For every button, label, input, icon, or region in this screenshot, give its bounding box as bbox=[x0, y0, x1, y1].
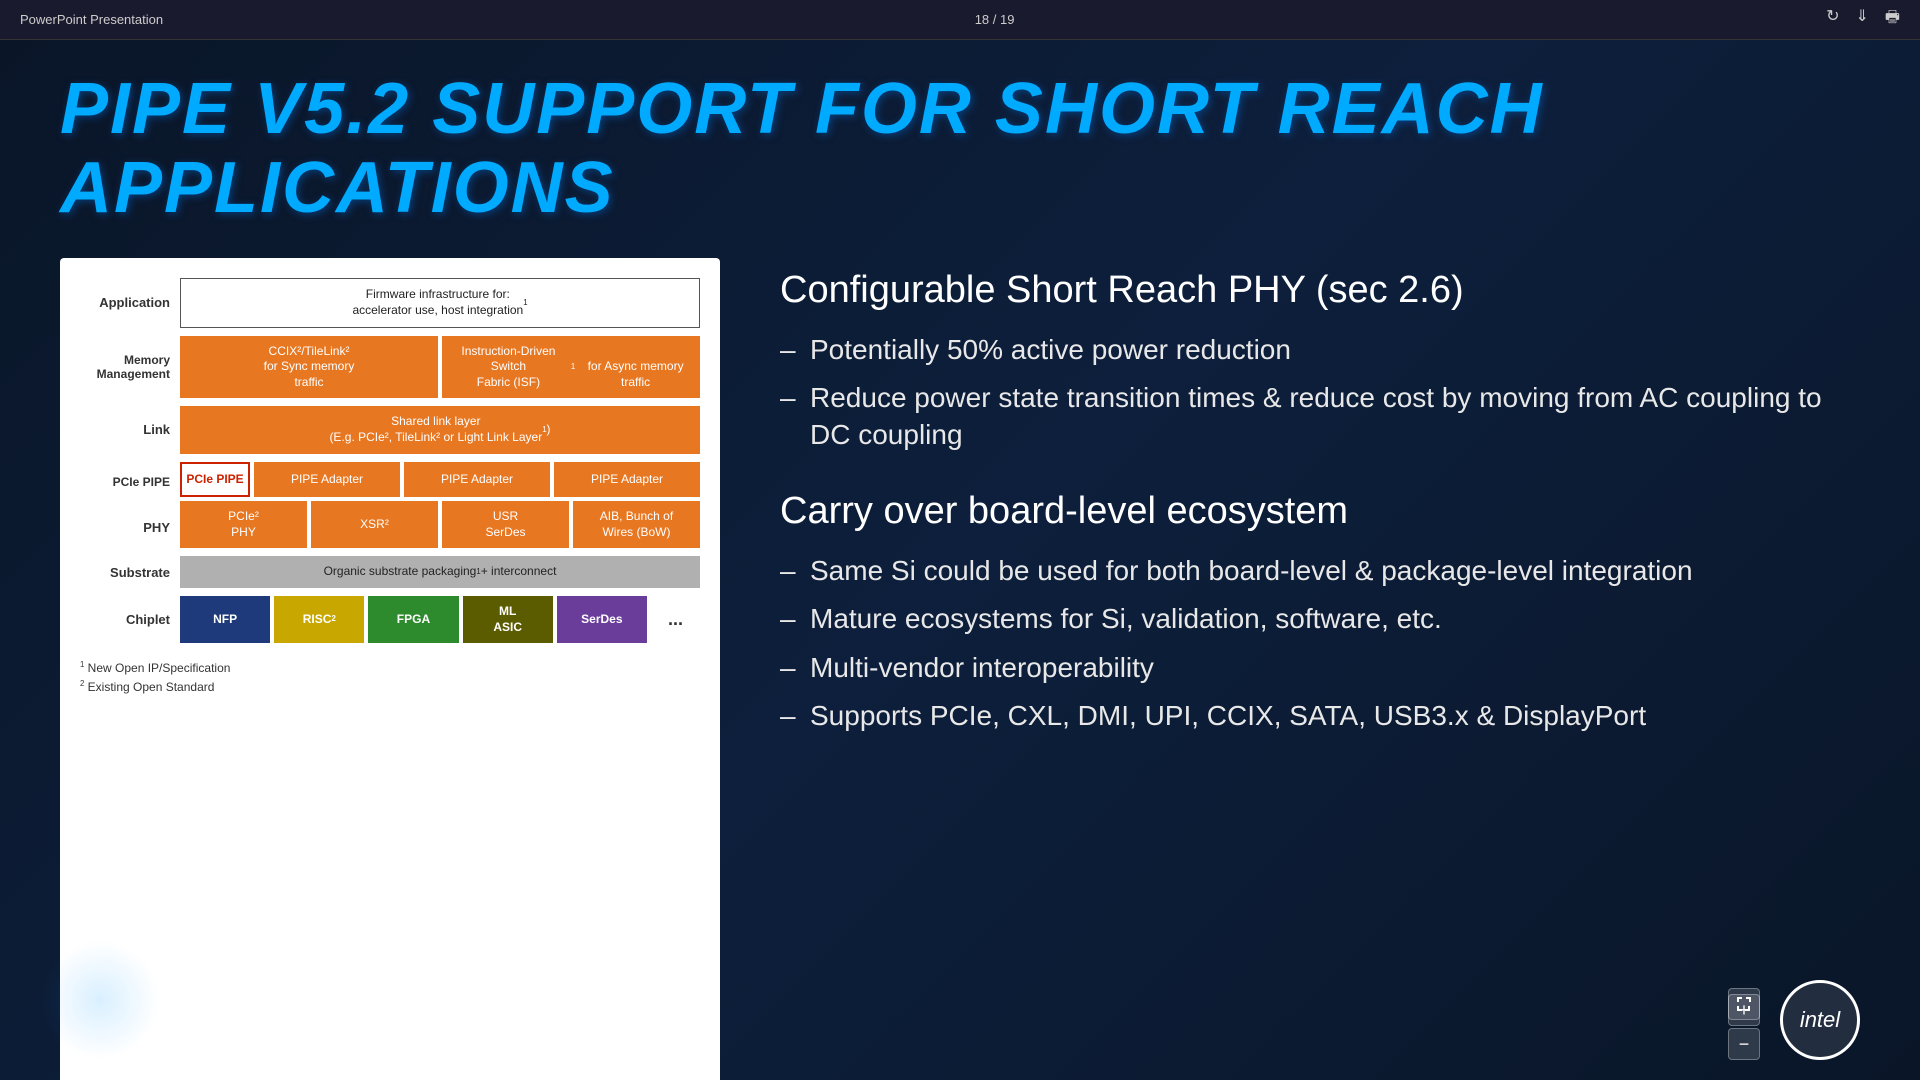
risc-cell: RISC2 bbox=[274, 596, 364, 643]
top-bar: PowerPoint Presentation 18 / 19 ↻ ⇓ 🖶 bbox=[0, 0, 1920, 40]
slide-content: Application Firmware infrastructure for:… bbox=[60, 258, 1860, 1080]
pipe-phy-labels: PCIe PIPE PHY bbox=[80, 462, 180, 549]
bullet-list-1: Potentially 50% active power reduction R… bbox=[780, 326, 1860, 459]
pipe-adapter-3: PIPE Adapter bbox=[554, 462, 700, 498]
section-heading-2: Carry over board-level ecosystem bbox=[780, 489, 1860, 535]
pipe-phy-content: PCIe PIPE PIPE Adapter PIPE Adapter PIPE… bbox=[180, 462, 700, 549]
bullet-list-2: Same Si could be used for both board-lev… bbox=[780, 547, 1860, 741]
isf-cell: Instruction-Driven SwitchFabric (ISF)1fo… bbox=[442, 336, 700, 399]
row-label-chiplet: Chiplet bbox=[80, 596, 180, 643]
nfp-cell: NFP bbox=[180, 596, 270, 643]
row-label-phy: PHY bbox=[80, 507, 180, 548]
xsr-cell: XSR² bbox=[311, 501, 438, 548]
row-content-memory: CCIX²/TileLink²for Sync memorytraffic In… bbox=[180, 336, 700, 399]
serdes-cell: SerDes bbox=[557, 596, 647, 643]
row-label-pipe: PCIe PIPE bbox=[80, 462, 180, 503]
intel-logo: intel bbox=[1780, 980, 1860, 1060]
download-icon[interactable]: ⇓ bbox=[1855, 6, 1868, 33]
pipe-adapter-2: PIPE Adapter bbox=[404, 462, 550, 498]
pcie-pipe-label: PCIe PIPE bbox=[180, 462, 250, 498]
phy-row: PCIe²PHY XSR² USRSerDes AIB, Bunch ofWir… bbox=[180, 501, 700, 548]
bullet-2-4: Supports PCIe, CXL, DMI, UPI, CCIX, SATA… bbox=[780, 692, 1860, 740]
diagram-panel: Application Firmware infrastructure for:… bbox=[60, 258, 720, 1080]
right-panel: Configurable Short Reach PHY (sec 2.6) P… bbox=[780, 258, 1860, 1080]
app-title: PowerPoint Presentation bbox=[20, 12, 163, 27]
row-label-memory: MemoryManagement bbox=[80, 336, 180, 399]
row-label-link: Link bbox=[80, 406, 180, 453]
link-cell: Shared link layer(E.g. PCIe², TileLink² … bbox=[180, 406, 700, 453]
zoom-in-button[interactable]: + bbox=[1728, 994, 1760, 1026]
row-label-application: Application bbox=[80, 278, 180, 327]
diagram-row-application: Application Firmware infrastructure for:… bbox=[80, 278, 700, 327]
footnotes: 1 New Open IP/Specification 2 Existing O… bbox=[80, 659, 700, 697]
bullet-1-2: Reduce power state transition times & re… bbox=[780, 374, 1860, 459]
usr-serdes-cell: USRSerDes bbox=[442, 501, 569, 548]
intel-text: intel bbox=[1800, 1007, 1840, 1033]
bullet-2-2: Mature ecosystems for Si, validation, so… bbox=[780, 595, 1860, 643]
pipe-adapter-1: PIPE Adapter bbox=[254, 462, 400, 498]
substrate-cell: Organic substrate packaging1 + interconn… bbox=[180, 556, 700, 588]
diagram-row-chiplet: Chiplet NFP RISC2 FPGA MLASIC SerDes ... bbox=[80, 596, 700, 643]
zoom-controls: + − bbox=[1728, 994, 1760, 1060]
ccix-cell: CCIX²/TileLink²for Sync memorytraffic bbox=[180, 336, 438, 399]
print-icon[interactable]: 🖶 bbox=[1885, 6, 1900, 33]
slide-title: PIPE V5.2 SUPPORT FOR SHORT REACH APPLIC… bbox=[60, 70, 1860, 228]
row-content-application: Firmware infrastructure for:accelerator … bbox=[180, 278, 700, 327]
footnote-1: 1 New Open IP/Specification bbox=[80, 659, 700, 678]
row-content-link: Shared link layer(E.g. PCIe², TileLink² … bbox=[180, 406, 700, 453]
diagram-row-link: Link Shared link layer(E.g. PCIe², TileL… bbox=[80, 406, 700, 453]
diagram-row-memory: MemoryManagement CCIX²/TileLink²for Sync… bbox=[80, 336, 700, 399]
row-content-chiplet: NFP RISC2 FPGA MLASIC SerDes ... bbox=[180, 596, 700, 643]
row-content-substrate: Organic substrate packaging1 + interconn… bbox=[180, 556, 700, 588]
row-label-substrate: Substrate bbox=[80, 556, 180, 588]
footnote-2: 2 Existing Open Standard bbox=[80, 678, 700, 697]
fpga-cell: FPGA bbox=[368, 596, 458, 643]
pcie-phy-cell: PCIe²PHY bbox=[180, 501, 307, 548]
aib-cell: AIB, Bunch ofWires (BoW) bbox=[573, 501, 700, 548]
page-indicator: 18 / 19 bbox=[975, 12, 1015, 27]
ml-asic-cell: MLASIC bbox=[463, 596, 553, 643]
diagram-row-pipe-phy: PCIe PIPE PHY PCIe PIPE PIPE Adapter PIP… bbox=[80, 462, 700, 549]
slide-container: PIPE V5.2 SUPPORT FOR SHORT REACH APPLIC… bbox=[0, 40, 1920, 1080]
refresh-icon[interactable]: ↻ bbox=[1826, 6, 1839, 33]
bullet-1-1: Potentially 50% active power reduction bbox=[780, 326, 1860, 374]
section-heading-1: Configurable Short Reach PHY (sec 2.6) bbox=[780, 268, 1860, 314]
zoom-out-button[interactable]: − bbox=[1728, 1028, 1760, 1060]
firmware-cell: Firmware infrastructure for:accelerator … bbox=[180, 278, 700, 327]
bullet-2-3: Multi-vendor interoperability bbox=[780, 644, 1860, 692]
diagram-row-substrate: Substrate Organic substrate packaging1 +… bbox=[80, 556, 700, 588]
pipe-row: PCIe PIPE PIPE Adapter PIPE Adapter PIPE… bbox=[180, 462, 700, 498]
toolbar-icons: ↻ ⇓ 🖶 bbox=[1826, 6, 1900, 33]
bullet-2-1: Same Si could be used for both board-lev… bbox=[780, 547, 1860, 595]
bg-decoration bbox=[40, 940, 160, 1060]
more-cell: ... bbox=[651, 596, 700, 643]
